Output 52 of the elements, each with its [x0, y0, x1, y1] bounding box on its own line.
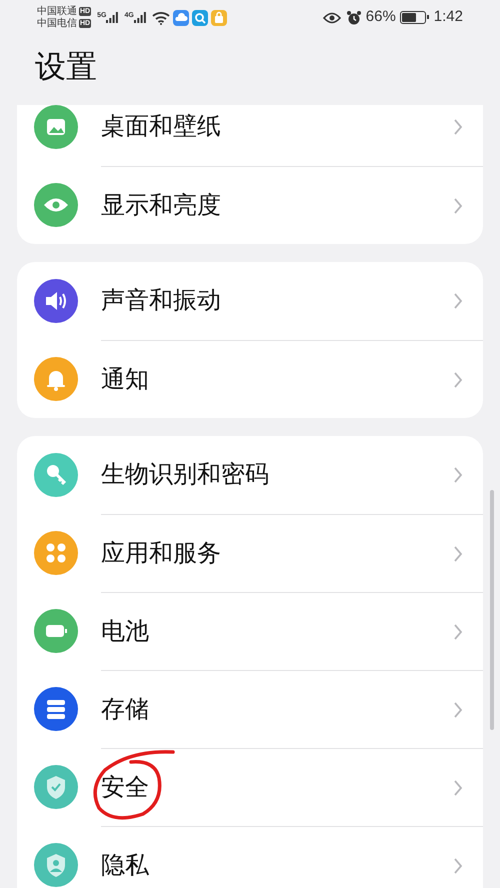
- speaker-icon: [34, 279, 78, 323]
- chevron-icon: [453, 118, 463, 136]
- eye-icon: [34, 183, 78, 227]
- settings-row[interactable]: 通知: [17, 340, 483, 418]
- wifi-icon: [152, 10, 170, 24]
- stack-icon: [34, 687, 78, 731]
- chevron-icon: [453, 292, 463, 310]
- battery-percentage: 66%: [366, 7, 396, 28]
- signal-icon: [134, 12, 146, 23]
- chevron-icon: [453, 544, 463, 562]
- chevron-icon: [453, 778, 463, 796]
- settings-row[interactable]: 桌面和壁纸: [17, 105, 483, 166]
- settings-label: 显示和亮度: [101, 192, 221, 218]
- clock-time: 1:42: [434, 7, 463, 28]
- settings-label: 隐私: [101, 852, 149, 878]
- carrier-name: 中国联通: [37, 6, 77, 18]
- battery-icon: [400, 11, 426, 24]
- settings-row[interactable]: 应用和服务: [17, 514, 483, 592]
- settings-row[interactable]: 存储: [17, 670, 483, 748]
- settings-row[interactable]: 安全: [17, 748, 483, 826]
- settings-label: 桌面和壁纸: [101, 113, 221, 140]
- cloud-icon: [172, 10, 189, 26]
- settings-label: 电池: [101, 618, 149, 644]
- settings-row[interactable]: 隐私: [17, 826, 483, 888]
- carrier-name: 中国电信: [37, 18, 77, 30]
- settings-label: 通知: [101, 366, 149, 392]
- bag-icon: [210, 10, 227, 26]
- chevron-icon: [453, 370, 463, 388]
- settings-label: 存储: [101, 696, 149, 722]
- settings-row[interactable]: 声音和振动: [17, 262, 483, 340]
- grid-icon: [34, 531, 78, 575]
- battery-icon: [34, 609, 78, 653]
- settings-label: 应用和服务: [101, 540, 221, 566]
- settings-row[interactable]: 显示和亮度: [17, 166, 483, 244]
- chevron-icon: [453, 196, 463, 214]
- key-icon: [34, 453, 78, 497]
- page-title: 设置: [34, 48, 98, 82]
- settings-label: 安全: [101, 774, 149, 800]
- alarm-clock-icon: [346, 10, 362, 26]
- search-icon: [192, 10, 208, 26]
- settings-row[interactable]: 生物识别和密码: [17, 436, 483, 514]
- chevron-icon: [453, 856, 463, 874]
- settings-label: 生物识别和密码: [101, 461, 269, 488]
- signal-icon: [106, 12, 118, 23]
- settings-label: 声音和振动: [101, 287, 221, 314]
- chevron-icon: [453, 700, 463, 718]
- chevron-icon: [453, 466, 463, 484]
- settings-row[interactable]: 电池: [17, 592, 483, 670]
- chevron-icon: [453, 622, 463, 640]
- shield-check-icon: [34, 765, 78, 809]
- eye-icon: [322, 12, 341, 24]
- bell-icon: [34, 357, 78, 401]
